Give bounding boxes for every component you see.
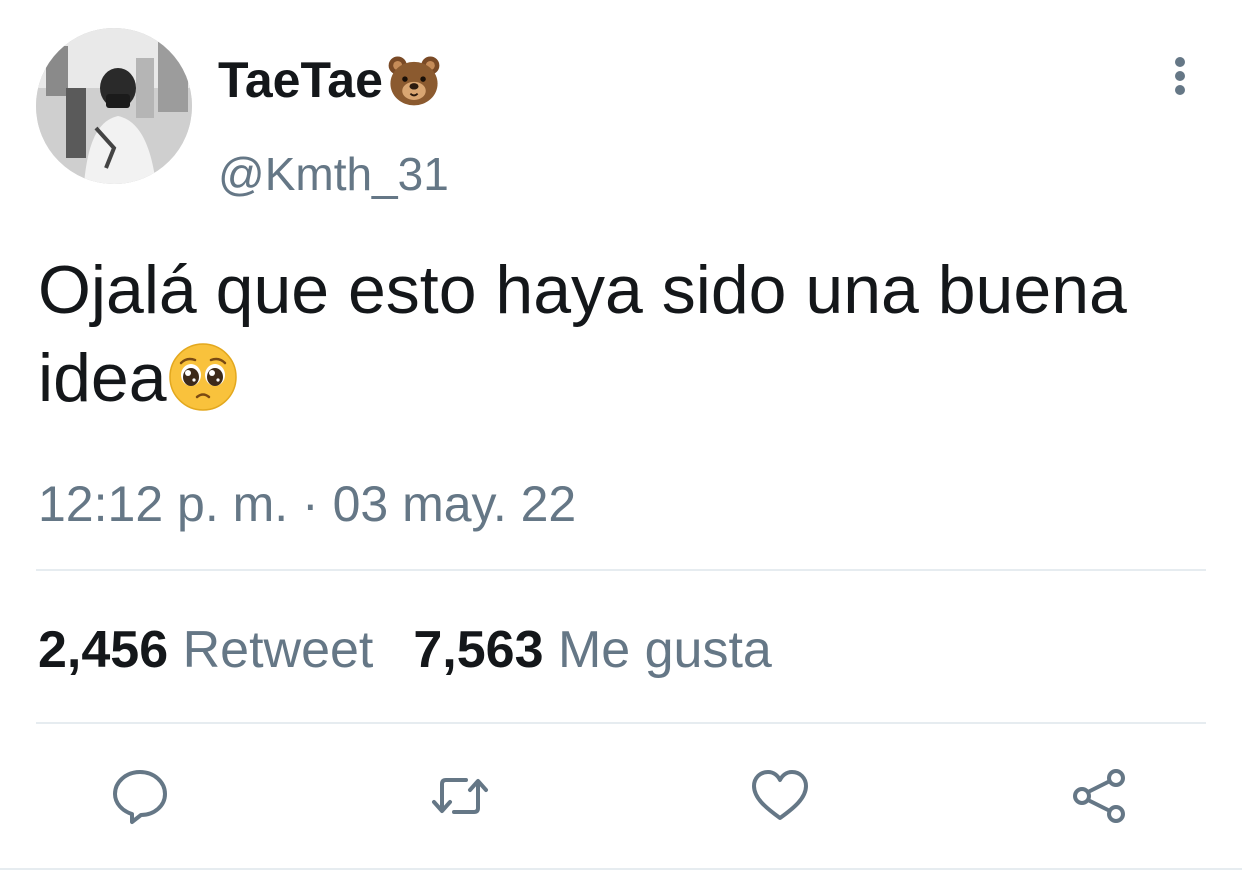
divider [0, 868, 1242, 870]
more-options-icon[interactable] [1160, 54, 1200, 98]
reply-icon [113, 770, 167, 824]
retweet-icon [432, 778, 488, 814]
likes-stat[interactable]: 7,563 Me gusta [413, 621, 771, 679]
avatar[interactable] [36, 28, 192, 184]
bear-face-emoji-icon [385, 51, 443, 109]
reply-button[interactable] [108, 764, 172, 828]
share-button[interactable] [1068, 764, 1132, 828]
retweets-label: Retweet [182, 621, 374, 679]
user-handle[interactable]: @Kmth_31 [218, 146, 449, 202]
tweet-text: Ojalá que esto haya sido una buena idea [38, 246, 1188, 422]
likes-count: 7,563 [413, 621, 544, 679]
avatar-photo [36, 28, 192, 184]
share-icon [1073, 769, 1125, 823]
tweet-stats: 2,456 Retweet 7,563 Me gusta [38, 618, 772, 682]
retweets-stat[interactable]: 2,456 Retweet [38, 621, 373, 679]
retweet-button[interactable] [428, 764, 492, 828]
divider [36, 722, 1206, 724]
display-name-text: TaeTae [218, 52, 383, 108]
display-name[interactable]: TaeTae [218, 50, 443, 110]
retweets-count: 2,456 [38, 621, 169, 679]
like-button[interactable] [748, 764, 812, 828]
heart-icon [752, 770, 808, 820]
likes-label: Me gusta [557, 621, 772, 679]
tweet-timestamp[interactable]: 12:12 p. m. · 03 may. 22 [38, 472, 576, 536]
pleading-face-emoji-icon [167, 341, 239, 413]
divider [36, 569, 1206, 571]
